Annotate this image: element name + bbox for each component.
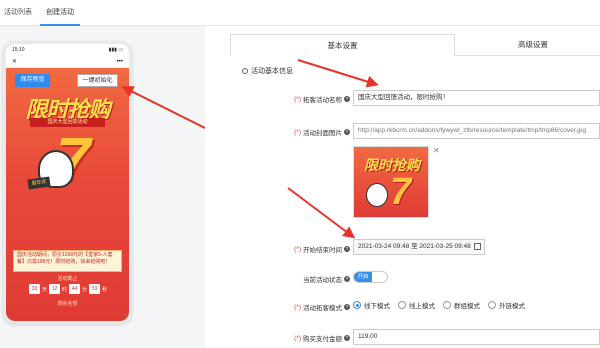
one-click-init-button[interactable]: 一键初始化 [77, 74, 118, 87]
required-mark: (*) [294, 95, 301, 103]
radio-unchecked-icon [443, 301, 451, 309]
countdown-hours: 12 [48, 284, 60, 294]
phone-preview: 15:10 ▮▮▮ ▭ ✕ ••• 保存预览 一键初始化 限时抢购 国庆大型回馈… [3, 41, 132, 324]
radio-offline[interactable]: 线下模式 [353, 300, 390, 310]
date-range-input[interactable]: 2021-03-24 09:48 至 2021-03-25 09:48 [353, 239, 485, 255]
close-icon[interactable]: ✕ [12, 56, 17, 67]
tab-advanced-settings[interactable]: 高级设置 [466, 34, 600, 56]
radio-unchecked-icon [398, 301, 406, 309]
radio-label: 群组模式 [454, 303, 480, 310]
settings-tabs: 基本设置 高级设置 [230, 34, 600, 56]
radio-checked-icon [353, 301, 361, 309]
label-text: 活动拓客模式 [303, 305, 342, 312]
phone-status-bar: 15:10 ▮▮▮ ▭ [6, 44, 129, 56]
cover-mascot-image [366, 183, 388, 207]
cover-url-input[interactable]: http://app.rkbcrm.cn/addons/fywywl_ztb/r… [353, 123, 600, 139]
unit-hours: 时 [61, 286, 67, 293]
time-label: (*) 开始结束时间 ? [294, 244, 350, 254]
mode-label: (*) 活动拓客模式 ? [294, 302, 350, 312]
date-range-value: 2021-03-24 09:48 至 2021-03-25 09:48 [358, 243, 471, 250]
radio-label: 线下模式 [364, 303, 390, 310]
radio-online[interactable]: 线上模式 [398, 300, 435, 310]
countdown-label: 活动截止 [57, 276, 78, 282]
required-mark: (*) [294, 245, 301, 253]
anniversary-badge: 周年庆 [27, 176, 51, 190]
help-icon[interactable]: ? [344, 304, 350, 310]
label-text: 拓客活动名称 [303, 97, 342, 104]
countdown-seconds: 33 [89, 284, 101, 294]
signal-battery-icon: ▮▮▮ ▭ [108, 47, 123, 53]
radio-external-link[interactable]: 外链模式 [488, 300, 525, 310]
cover-image-preview: 限时抢购 7 [353, 146, 429, 218]
price-label: (*) 购买支付金额 ? [294, 333, 350, 343]
price-input[interactable]: 119.00 [353, 329, 600, 345]
tab-basic-settings[interactable]: 基本设置 [230, 34, 455, 56]
radio-unchecked-icon [488, 301, 496, 309]
settings-pane: 基本设置 高级设置 活动基本信息 (*) 拓客活动名称 ? 国庆大型回馈活动，限… [205, 26, 600, 348]
remaining-slots-label: 剩余名额 [57, 301, 78, 307]
required-mark: (*) [294, 128, 301, 136]
activity-name-input[interactable]: 国庆大型回馈活动，限时抢购！ [353, 90, 600, 106]
section-title: 活动基本信息 [251, 68, 293, 75]
label-text: 购买支付金额 [303, 336, 342, 343]
remove-cover-icon[interactable]: ✕ [433, 146, 440, 155]
label-text: 活动封面图片 [303, 130, 342, 137]
poster-description: 国庆活动期间，原价1398元的【皇家5-人套餐】只需198元！限时抢购，快来抢购… [13, 250, 122, 272]
top-navigation: 活动列表 创建活动 [0, 0, 600, 26]
cover-label: (*) 活动封面图片 ? [294, 127, 350, 137]
unit-days: 天 [41, 286, 47, 293]
radio-label: 外链模式 [499, 303, 525, 310]
help-icon[interactable]: ? [344, 129, 350, 135]
status-toggle[interactable]: 开启 [353, 271, 388, 283]
phone-nav-bar: ✕ ••• [6, 56, 129, 68]
phone-time: 15:10 [12, 47, 25, 53]
unit-minutes: 分 [82, 286, 88, 293]
cover-seven-graphic: 7 [390, 171, 412, 213]
section-header: 活动基本信息 [242, 66, 293, 76]
help-icon[interactable]: ? [344, 246, 350, 252]
help-icon[interactable]: ? [344, 335, 350, 341]
tab-activity-list[interactable]: 活动列表 [4, 0, 38, 26]
activity-poster: 保存预览 一键初始化 限时抢购 国庆大型回馈活动 7 周年庆 国庆活动期间，原价… [6, 68, 129, 321]
activity-name-label: (*) 拓客活动名称 ? [294, 94, 350, 104]
radio-group[interactable]: 群组模式 [443, 300, 480, 310]
tab-create-activity[interactable]: 创建活动 [40, 0, 80, 26]
section-circle-icon [242, 68, 248, 74]
label-text: 当前活动状态 [303, 277, 342, 284]
label-text: 开始结束时间 [303, 247, 342, 254]
unit-seconds: 秒 [102, 286, 108, 293]
preview-pane: 15:10 ▮▮▮ ▭ ✕ ••• 保存预览 一键初始化 限时抢购 国庆大型回馈… [0, 26, 205, 348]
help-icon[interactable]: ? [344, 96, 350, 102]
countdown-minutes: 44 [69, 284, 80, 294]
help-icon[interactable]: ? [344, 276, 350, 282]
countdown-days: 33 [28, 284, 40, 294]
poster-illustration: 7 周年庆 [27, 130, 108, 198]
radio-label: 线上模式 [409, 303, 435, 310]
save-preview-button[interactable]: 保存预览 [15, 74, 50, 87]
mode-radio-group: 线下模式 线上模式 群组模式 外链模式 [353, 300, 525, 310]
calendar-icon [474, 243, 481, 250]
more-icon[interactable]: ••• [117, 56, 123, 67]
required-mark: (*) [294, 303, 301, 311]
toggle-on-label: 开启 [354, 272, 372, 282]
required-mark: (*) [294, 334, 301, 342]
status-label: 当前活动状态 ? [303, 274, 350, 284]
countdown: 33 天 12 时 44 分 33 秒 [24, 283, 112, 295]
